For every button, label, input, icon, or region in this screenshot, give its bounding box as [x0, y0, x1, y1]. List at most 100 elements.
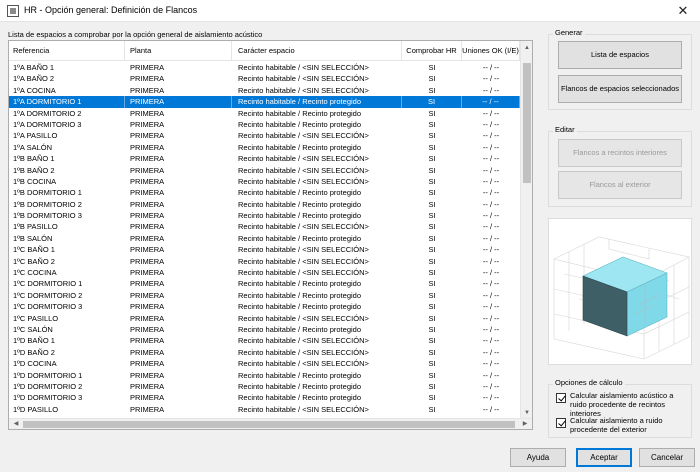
table-row[interactable]: 1ºD PASILLO PRIMERA Recinto habitable / <S…: [9, 404, 520, 415]
table-row[interactable]: 1ºB COCINA PRIMERA Recinto habitable / <SI…: [9, 176, 520, 187]
table-row[interactable]: 1ºA COCINA PRIMERA Recinto habitable / <SI…: [9, 85, 520, 96]
cell-comprobar: SI: [428, 108, 436, 118]
cell-caracter: Recinto habitable / <SIN SELECCIÓN>: [238, 336, 369, 346]
horizontal-scroll-thumb[interactable]: [23, 421, 515, 428]
cell-comprobar: SI: [428, 290, 436, 300]
cell-comprobar: SI: [428, 313, 436, 323]
cell-planta: PRIMERA: [130, 211, 165, 221]
cell-comprobar: SI: [428, 142, 436, 152]
table-row[interactable]: 1ºB BAÑO 1 PRIMERA Recinto habitable / <SI…: [9, 153, 520, 164]
table-row[interactable]: 1ºC SALÓN PRIMERA Recinto habitable / Reci…: [9, 324, 520, 335]
table-row[interactable]: 1ºB BAÑO 2 PRIMERA Recinto habitable / <SI…: [9, 165, 520, 176]
table-row[interactable]: 1ºC DORMITORIO 2 PRIMERA Recinto habitable…: [9, 290, 520, 301]
cell-referencia: 1ºD DORMITORIO 1: [13, 370, 83, 380]
table-row[interactable]: 1ºB PASILLO PRIMERA Recinto habitable / <S…: [9, 221, 520, 232]
cell-comprobar: SI: [428, 211, 436, 221]
table-row[interactable]: 1ºA DORMITORIO 2 PRIMERA Recinto habitable…: [9, 108, 520, 119]
cell-planta: PRIMERA: [130, 279, 165, 289]
cell-planta: PRIMERA: [130, 142, 165, 152]
cell-planta: PRIMERA: [130, 165, 165, 175]
cell-caracter: Recinto habitable / Recinto protegido: [238, 324, 361, 334]
cell-caracter: Recinto habitable / Recinto protegido: [238, 370, 361, 380]
cell-referencia: 1ºB DORMITORIO 3: [13, 211, 82, 221]
vertical-scrollbar[interactable]: ▲ ▼: [520, 41, 532, 419]
cell-uniones: -- / --: [482, 188, 500, 198]
table-row[interactable]: 1ºA PASILLO PRIMERA Recinto habitable / <S…: [9, 130, 520, 141]
column-header-uniones[interactable]: Uniones OK (I/E): [462, 41, 520, 61]
cell-planta: PRIMERA: [130, 393, 165, 403]
space-list-label: Lista de espacios a comprobar por la opc…: [8, 30, 263, 39]
cell-planta: PRIMERA: [130, 233, 165, 243]
cell-comprobar: SI: [428, 233, 436, 243]
close-button[interactable]: ✕: [666, 0, 700, 22]
cancelar-button[interactable]: Cancelar: [639, 448, 695, 467]
table-row[interactable]: 1ºD COCINA PRIMERA Recinto habitable / <SI…: [9, 358, 520, 369]
horizontal-scrollbar[interactable]: ◀ ▶: [9, 418, 532, 429]
cell-planta: PRIMERA: [130, 119, 165, 129]
table-row[interactable]: 1ºB SALÓN PRIMERA Recinto habitable / Reci…: [9, 233, 520, 244]
table-row[interactable]: 1ºA BAÑO 1 PRIMERA Recinto habitable / <SI…: [9, 62, 520, 73]
flancos-interiores-button[interactable]: Flancos a recintos interiores: [558, 139, 682, 167]
aceptar-button[interactable]: Aceptar: [576, 448, 632, 467]
column-header-comprobar[interactable]: Comprobar HR: [402, 41, 462, 61]
cell-planta: PRIMERA: [130, 131, 165, 141]
table-row[interactable]: 1ºD BAÑO 1 PRIMERA Recinto habitable / <SI…: [9, 335, 520, 346]
table-row[interactable]: 1ºA DORMITORIO 1 PRIMERA Recinto habitable…: [9, 96, 520, 108]
cell-referencia: 1ºB BAÑO 1: [13, 154, 55, 164]
option-exterior-checkbox[interactable]: [556, 418, 566, 428]
cell-uniones: -- / --: [482, 336, 500, 346]
scroll-up-icon[interactable]: ▲: [521, 43, 532, 53]
table-row[interactable]: 1ºB DORMITORIO 2 PRIMERA Recinto habitable…: [9, 199, 520, 210]
scroll-down-icon[interactable]: ▼: [521, 408, 532, 418]
cell-referencia: 1ºA DORMITORIO 2: [13, 108, 82, 118]
cell-referencia: 1ºA SALÓN: [13, 142, 53, 152]
table-row[interactable]: 1ºC DORMITORIO 1 PRIMERA Recinto habitable…: [9, 278, 520, 289]
cell-comprobar: SI: [428, 336, 436, 346]
option-interior-checkbox[interactable]: [556, 393, 566, 403]
cell-uniones: -- / --: [482, 211, 500, 221]
cell-comprobar: SI: [402, 96, 462, 108]
cell-comprobar: SI: [428, 188, 436, 198]
table-row[interactable]: 1ºD DORMITORIO 1 PRIMERA Recinto habitable…: [9, 370, 520, 381]
cell-comprobar: SI: [428, 222, 436, 232]
table-row[interactable]: 1ºB DORMITORIO 1 PRIMERA Recinto habitable…: [9, 187, 520, 198]
cell-planta: PRIMERA: [130, 256, 165, 266]
vertical-scroll-thumb[interactable]: [523, 63, 531, 183]
cell-caracter: Recinto habitable / Recinto protegido: [238, 119, 361, 129]
table-row[interactable]: 1ºD DORMITORIO 2 PRIMERA Recinto habitable…: [9, 381, 520, 392]
cell-planta: PRIMERA: [130, 336, 165, 346]
table-row[interactable]: 1ºA BAÑO 2 PRIMERA Recinto habitable / <SI…: [9, 73, 520, 84]
table-row[interactable]: 1ºD BAÑO 2 PRIMERA Recinto habitable / <SI…: [9, 347, 520, 358]
table-row[interactable]: 1ºA SALÓN PRIMERA Recinto habitable / Reci…: [9, 142, 520, 153]
table-row[interactable]: 1ºC COCINA PRIMERA Recinto habitable / <SI…: [9, 267, 520, 278]
cell-caracter: Recinto habitable / Recinto protegido: [238, 142, 361, 152]
table-row[interactable]: 1ºD DORMITORIO 3 PRIMERA Recinto habitable…: [9, 392, 520, 403]
table-row[interactable]: 1ºC DORMITORIO 3 PRIMERA Recinto habitable…: [9, 301, 520, 312]
cell-comprobar: SI: [428, 131, 436, 141]
lista-espacios-button[interactable]: Lista de espacios: [558, 41, 682, 69]
cell-planta: PRIMERA: [130, 370, 165, 380]
flancos-seleccionados-button[interactable]: Flancos de espacios seleccionados: [558, 75, 682, 103]
opciones-group-label: Opciones de cálculo: [553, 378, 625, 387]
table-row[interactable]: 1ºC BAÑO 1 PRIMERA Recinto habitable / <SI…: [9, 244, 520, 255]
cell-caracter: Recinto habitable / Recinto protegido: [238, 199, 361, 209]
table-row[interactable]: 1ºB DORMITORIO 3 PRIMERA Recinto habitable…: [9, 210, 520, 221]
cell-comprobar: SI: [428, 347, 436, 357]
ayuda-button[interactable]: Ayuda: [510, 448, 566, 467]
column-header-referencia[interactable]: Referencia: [9, 41, 125, 61]
scroll-left-icon[interactable]: ◀: [11, 419, 21, 429]
scroll-right-icon[interactable]: ▶: [520, 419, 530, 429]
cell-referencia: 1ºA PASILLO: [13, 131, 58, 141]
table-row[interactable]: 1ºC PASILLO PRIMERA Recinto habitable / <S…: [9, 313, 520, 324]
cell-planta: PRIMERA: [130, 313, 165, 323]
column-header-caracter[interactable]: Carácter espacio: [234, 41, 402, 61]
column-header-planta[interactable]: Planta: [126, 41, 232, 61]
table-row[interactable]: 1ºC BAÑO 2 PRIMERA Recinto habitable / <SI…: [9, 256, 520, 267]
cell-caracter: Recinto habitable / Recinto protegido: [238, 233, 361, 243]
cell-referencia: 1ºB BAÑO 2: [13, 165, 55, 175]
cell-uniones: -- / --: [482, 85, 500, 95]
cell-caracter: Recinto habitable / Recinto protegido: [238, 211, 361, 221]
table-row[interactable]: 1ºA DORMITORIO 3 PRIMERA Recinto habitable…: [9, 119, 520, 130]
cell-comprobar: SI: [428, 119, 436, 129]
flancos-exterior-button[interactable]: Flancos al exterior: [558, 171, 682, 199]
